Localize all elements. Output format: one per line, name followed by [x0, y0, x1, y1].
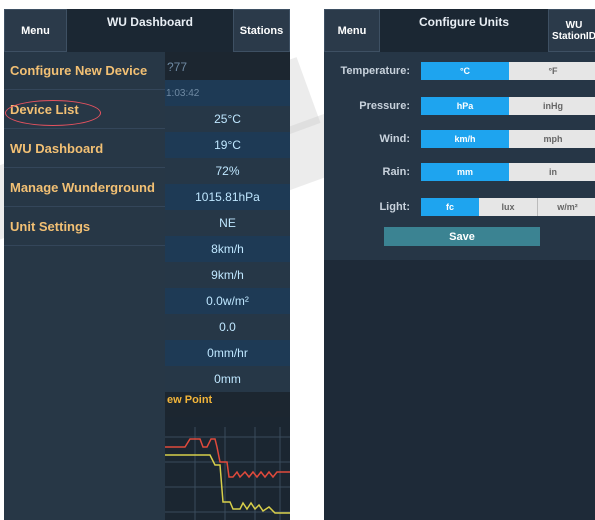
unit-label-wind: Wind: [379, 133, 410, 145]
dashboard-value: 8km/h [165, 236, 290, 262]
dashboard-value: 1015.81hPa [165, 184, 290, 210]
drawer-item-unit-settings[interactable]: Unit Settings [4, 208, 165, 246]
rain-option-in[interactable]: in [509, 163, 595, 181]
right-phone-screen: Menu Configure Units WU StationID Temper… [324, 9, 595, 520]
drawer-item-manage-wunderground[interactable]: Manage Wunderground [4, 169, 165, 207]
pressure-option-inhg[interactable]: inHg [509, 97, 595, 115]
menu-button[interactable]: Menu [324, 9, 380, 52]
stations-button[interactable]: Stations [233, 9, 290, 52]
top-bar: Menu WU Dashboard Stations [4, 9, 290, 52]
save-button[interactable]: Save [384, 227, 540, 246]
dashboard-value: 19°C [165, 132, 290, 158]
temperature-option-celsius[interactable]: °C [421, 62, 509, 80]
dashboard-value: 0.0w/m² [165, 288, 290, 314]
menu-button[interactable]: Menu [4, 9, 67, 52]
navigation-drawer: Configure New Device Device List WU Dash… [4, 52, 165, 520]
top-bar: Menu Configure Units WU StationID [324, 9, 595, 52]
wind-option-kmh[interactable]: km/h [421, 130, 509, 148]
dashboard-value: 0mm [165, 366, 290, 392]
light-option-wm2[interactable]: w/m² [537, 198, 595, 216]
highlight-circle [5, 100, 101, 126]
dashboard-value: 72% [165, 158, 290, 184]
left-phone-screen: Menu WU Dashboard Stations ?77 1:03:42 2… [4, 9, 290, 520]
wind-option-mph[interactable]: mph [509, 130, 595, 148]
unit-label-light: Light: [379, 201, 410, 213]
dashboard-value: NE [165, 210, 290, 236]
page-title: Configure Units [419, 15, 509, 29]
light-option-fc[interactable]: fc [421, 198, 479, 216]
dewpoint-chart [165, 417, 290, 520]
temperature-option-fahrenheit[interactable]: °F [509, 62, 595, 80]
unit-label-temperature: Temperature: [340, 65, 410, 77]
drawer-item-wu-dashboard[interactable]: WU Dashboard [4, 130, 165, 168]
rain-option-mm[interactable]: mm [421, 163, 509, 181]
dashboard-value: ?77 [167, 60, 188, 74]
dashboard-value: 9km/h [165, 262, 290, 288]
dashboard-value: 25°C [165, 106, 290, 132]
station-id-label-line2: StationID [552, 30, 595, 42]
chart-series-red [165, 438, 290, 479]
drawer-item-configure-new-device[interactable]: Configure New Device [4, 52, 165, 90]
dashboard-value: 1:03:42 [165, 80, 290, 106]
light-option-lux[interactable]: lux [479, 198, 537, 216]
station-id-label-line1: WU [565, 19, 583, 31]
dashboard-value: 0.0 [165, 314, 290, 340]
station-id-button[interactable]: WU StationID [548, 9, 595, 52]
dashboard-value: 0mm/hr [165, 340, 290, 366]
chart-plot [165, 427, 290, 520]
pressure-option-hpa[interactable]: hPa [421, 97, 509, 115]
chart-title: ew Point [167, 394, 213, 406]
unit-label-rain: Rain: [382, 166, 411, 178]
unit-label-pressure: Pressure: [359, 100, 410, 112]
page-title: WU Dashboard [106, 15, 193, 29]
